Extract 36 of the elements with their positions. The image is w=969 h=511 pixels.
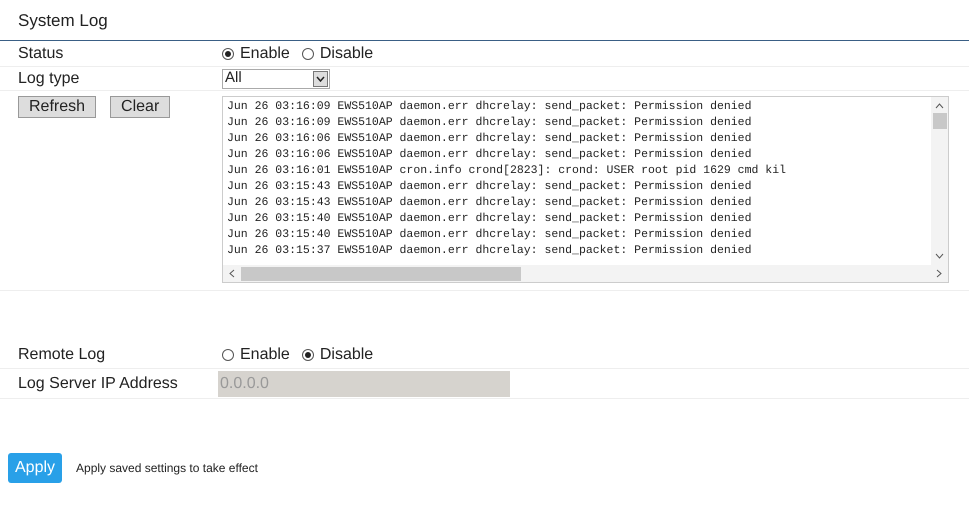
- field-label: Status: [17, 44, 64, 64]
- field-label: Remote Log: [17, 344, 106, 364]
- scroll-right-icon[interactable]: [936, 269, 942, 278]
- radio-label: Disable: [320, 344, 374, 364]
- scrollbar-thumb[interactable]: [932, 113, 946, 129]
- radio-label: Enable: [240, 344, 290, 364]
- scroll-down-icon[interactable]: [935, 253, 944, 259]
- dropdown-caret-icon: [313, 70, 328, 86]
- log-line: Jun 26 03:15:40 EWS510AP daemon.err dhcrelay: send_packet: Permission denied: [227, 211, 752, 227]
- radio-label: Enable: [240, 44, 290, 64]
- log-line: Jun 26 03:16:09 EWS510AP daemon.err dhcrelay: send_packet: Permission denied: [227, 99, 752, 115]
- radio-button[interactable]: [302, 48, 314, 60]
- toolbar-button[interactable]: Clear: [110, 96, 170, 118]
- log-type-dropdown[interactable]: All: [222, 68, 330, 88]
- radio-button[interactable]: [302, 348, 314, 360]
- horizontal-scrollbar[interactable]: [223, 265, 948, 282]
- scroll-left-icon[interactable]: [229, 269, 235, 278]
- log-line: Jun 26 03:16:01 EWS510AP cron.info crond[2823]: crond: USER root pid 1629 cmd kil: [227, 163, 786, 179]
- log-line: Jun 26 03:15:43 EWS510AP daemon.err dhcrelay: send_packet: Permission denied: [227, 195, 752, 211]
- log-line: Jun 26 03:15:40 EWS510AP daemon.err dhcrelay: send_packet: Permission denied: [227, 227, 752, 243]
- log-line: Jun 26 03:16:09 EWS510AP daemon.err dhcrelay: send_packet: Permission denied: [227, 115, 752, 131]
- radio-button[interactable]: [222, 348, 234, 360]
- field-label: Log Server IP Address: [17, 374, 179, 394]
- radio-button[interactable]: [222, 48, 234, 60]
- scrollbar-thumb[interactable]: [241, 266, 521, 280]
- radio-label: Disable: [320, 44, 374, 64]
- scroll-up-icon[interactable]: [935, 103, 944, 109]
- log-line: Jun 26 03:16:06 EWS510AP daemon.err dhcrelay: send_packet: Permission denied: [227, 131, 752, 147]
- log-line: Jun 26 03:15:43 EWS510AP daemon.err dhcrelay: send_packet: Permission denied: [227, 179, 752, 195]
- vertical-scrollbar[interactable]: [931, 97, 948, 265]
- toolbar-button[interactable]: Refresh: [18, 96, 96, 118]
- log-line: Jun 26 03:16:06 EWS510AP daemon.err dhcrelay: send_packet: Permission denied: [227, 147, 752, 163]
- apply-note: Apply saved settings to take effect: [76, 460, 258, 477]
- log-line: Jun 26 03:15:37 EWS510AP daemon.err dhcrelay: send_packet: Permission denied: [227, 243, 752, 259]
- field-label: Log type: [17, 68, 80, 88]
- page-title: System Log: [18, 11, 108, 30]
